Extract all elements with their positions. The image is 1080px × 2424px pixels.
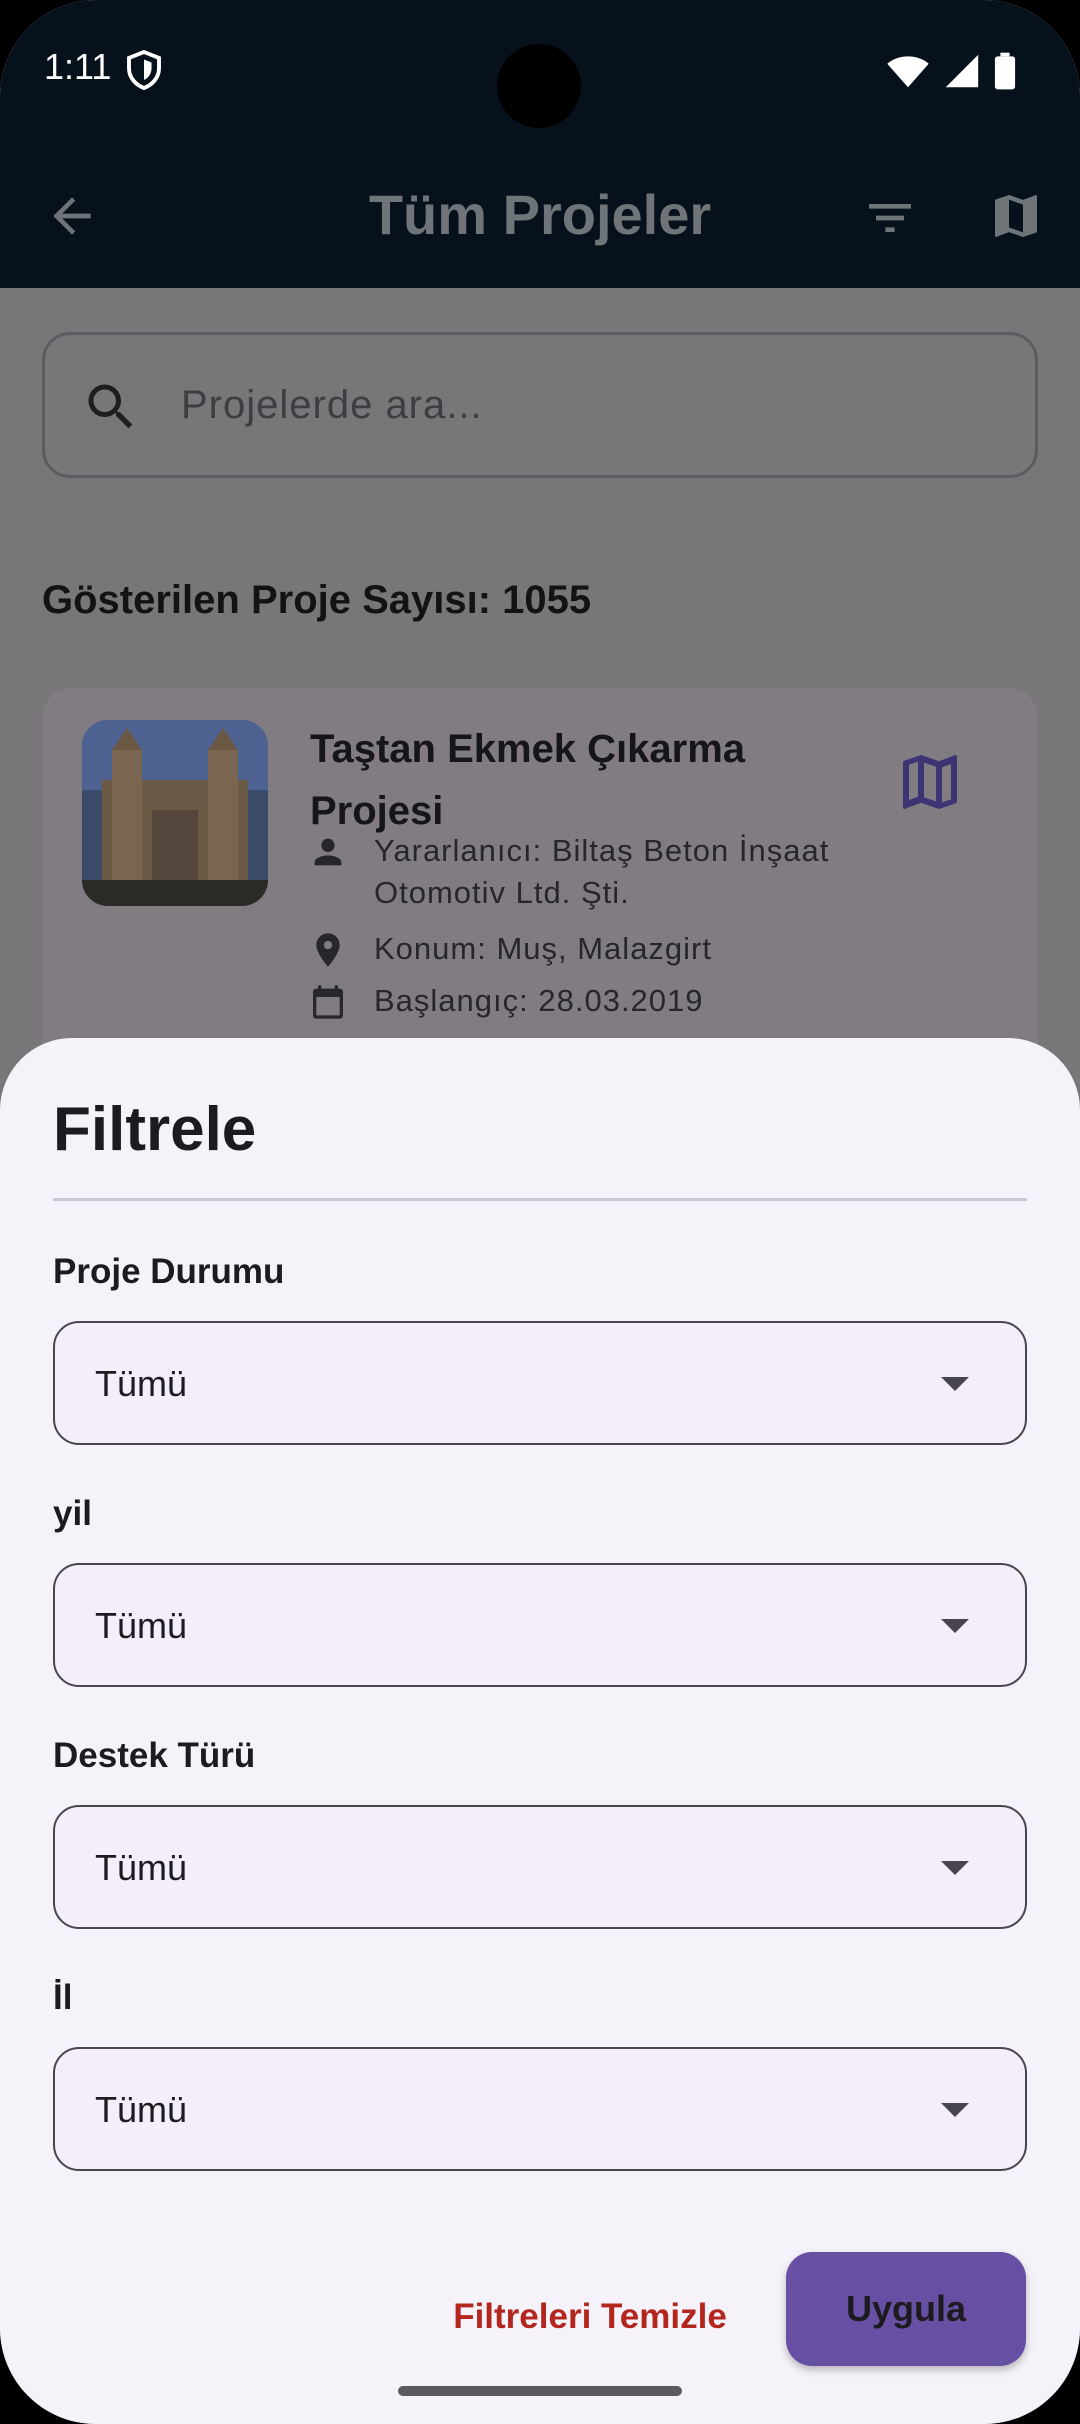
- support-type-dropdown[interactable]: Tümü: [53, 1805, 1027, 1929]
- province-dropdown[interactable]: Tümü: [53, 2047, 1027, 2171]
- wifi-icon: [887, 56, 929, 88]
- dropdown-arrow-icon: [941, 1377, 969, 1391]
- clear-filters-button[interactable]: Filtreleri Temizle: [440, 2282, 740, 2352]
- app-bar: Tüm Projeler: [0, 140, 1080, 288]
- date-row: Başlangıç: 28.03.2019: [310, 980, 930, 1022]
- location-pin-icon: [316, 933, 340, 967]
- field-label-support-type: Destek Türü: [53, 1736, 256, 1775]
- field-label-province: İl: [53, 1978, 73, 2017]
- date-text: Başlangıç: 28.03.2019: [374, 983, 704, 1018]
- shield-icon: [127, 50, 161, 90]
- dropdown-arrow-icon: [941, 1619, 969, 1633]
- calendar-icon: [313, 985, 343, 1019]
- building-image: [82, 720, 268, 906]
- search-placeholder: Projelerde ara...: [181, 383, 483, 427]
- search-input[interactable]: Projelerde ara...: [42, 332, 1038, 478]
- beneficiary-text: Yararlanıcı: Biltaş Beton İnşaat Otomoti…: [374, 833, 830, 910]
- beneficiary-row: Yararlanıcı: Biltaş Beton İnşaat Otomoti…: [310, 830, 930, 914]
- sheet-title: Filtrele: [53, 1095, 257, 1164]
- dropdown-value: Tümü: [95, 1363, 188, 1404]
- phone-screen: 1:11 Tüm Projeler Projelerde ara... Göst…: [0, 0, 1080, 2424]
- battery-icon: [994, 52, 1016, 90]
- status-time: 1:11: [44, 46, 112, 87]
- page-title: Tüm Projeler: [368, 183, 712, 246]
- dropdown-value: Tümü: [95, 2089, 188, 2130]
- field-label-project-status: Proje Durumu: [53, 1252, 285, 1291]
- location-text: Konum: Muş, Malazgirt: [374, 931, 712, 966]
- filter-bottom-sheet: Filtrele Proje Durumu Tümü yil Tümü Dest…: [0, 1038, 1080, 2424]
- field-label-year: yil: [53, 1494, 92, 1533]
- year-dropdown[interactable]: Tümü: [53, 1563, 1027, 1687]
- status-icons: [886, 52, 1016, 90]
- map-icon[interactable]: [988, 188, 1044, 244]
- divider: [53, 1198, 1027, 1201]
- apply-button[interactable]: Uygula: [786, 2252, 1026, 2366]
- dropdown-value: Tümü: [95, 1605, 188, 1646]
- signal-icon: [945, 54, 979, 88]
- home-indicator[interactable]: [398, 2386, 682, 2396]
- filter-list-icon[interactable]: [862, 190, 918, 246]
- project-status-dropdown[interactable]: Tümü: [53, 1321, 1027, 1445]
- camera-cutout: [497, 44, 581, 128]
- map-icon[interactable]: [894, 746, 966, 818]
- project-title: Taştan Ekmek Çıkarma Projesi: [310, 727, 746, 833]
- dropdown-arrow-icon: [941, 1861, 969, 1875]
- status-bar: 1:11: [0, 0, 1080, 140]
- dropdown-arrow-icon: [941, 2103, 969, 2117]
- search-icon: [88, 384, 133, 429]
- location-row: Konum: Muş, Malazgirt: [310, 928, 930, 970]
- dropdown-value: Tümü: [95, 1847, 188, 1888]
- project-thumbnail: [82, 720, 268, 906]
- project-count-label: Gösterilen Proje Sayısı: 1055: [42, 578, 592, 622]
- person-icon: [314, 838, 342, 866]
